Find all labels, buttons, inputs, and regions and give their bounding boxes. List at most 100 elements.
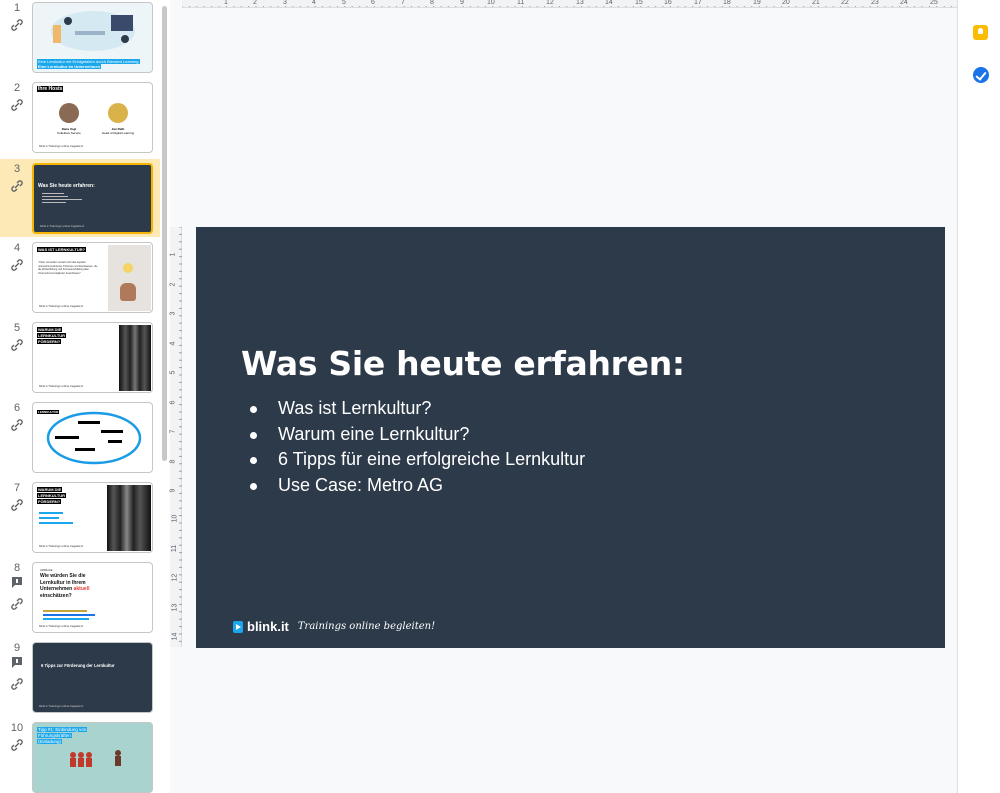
ruler-label: 20 (782, 0, 790, 6)
slide-thumb-4: WAS IST LERNKULTUR? "Unter Lernkultur ve… (32, 242, 153, 313)
thumb-option (43, 618, 89, 620)
bullet-text: 6 Tipps für eine erfolgreiche Lernkultur (278, 449, 586, 469)
slide-thumbnail-8[interactable]: 8 UMFRAGE Wie würden Sie die Lernkultur … (0, 560, 160, 638)
columns-image (119, 325, 151, 391)
thumb-option (43, 610, 87, 612)
horizontal-ruler[interactable]: 1 2 3 4 5 6 7 8 9 10 11 12 13 14 15 16 1… (182, 0, 957, 8)
bullet-text: Warum eine Lernkultur? (278, 423, 470, 444)
ruler-label: 16 (664, 0, 672, 6)
slide-thumb-1: Eine Lernkultur mit Erfolgsfaktor durch … (32, 2, 153, 73)
filmstrip[interactable]: 1 Eine Lernkultur mit Erfolgsfaktor durc… (0, 0, 170, 793)
bullet-dot-icon (250, 482, 257, 490)
slide-canvas[interactable]: Was Sie heute erfahren: Was ist Lernkult… (196, 227, 945, 648)
thumb-caption: Eine Lernkultur im Unternehmen (37, 64, 102, 69)
ruler-label: 4 (169, 341, 177, 346)
bullet-item: Was ist Lernkultur? (250, 396, 585, 422)
thumb-highlight (39, 512, 63, 514)
slide-number: 6 (13, 402, 21, 414)
thumb-title: WARUM DIE (37, 487, 63, 492)
ruler-label: 25 (930, 0, 938, 6)
ruler-ticks (179, 227, 182, 642)
slide-thumbnail-7[interactable]: 7 WARUM DIE LERNKULTUR FÖRDERN? blink.it… (0, 480, 160, 558)
ruler-label: 10 (171, 514, 179, 523)
thumb-highlight (39, 517, 59, 519)
slide-number: 5 (13, 322, 21, 334)
link-icon (11, 598, 23, 610)
slide-number: 8 (13, 562, 21, 574)
tasks-icon[interactable] (973, 67, 989, 83)
ruler-label: 1 (169, 252, 177, 257)
ruler-label: 13 (171, 603, 179, 612)
ruler-label: 11 (517, 0, 525, 6)
slide-thumbnail-3[interactable]: 3 Was Sie heute erfahren: blink.it Train… (0, 159, 160, 237)
ruler-label: 17 (694, 0, 702, 6)
thumb-title: 6 Tipps zur Förderung der Lernkultur (41, 663, 115, 668)
ruler-label: 15 (635, 0, 643, 6)
slide-thumbnail-9[interactable]: 9 6 Tipps zur Förderung der Lernkultur b… (0, 640, 160, 718)
host-photo (59, 103, 79, 123)
bullet-item: 6 Tipps für eine erfolgreiche Lernkultur (250, 447, 585, 473)
host-role: Head of Digital Learning (101, 131, 135, 135)
ruler-label: 14 (605, 0, 613, 6)
ruler-label: 3 (169, 311, 177, 316)
brand-name: blink.it (247, 619, 289, 634)
bullet-list[interactable]: Was ist Lernkultur? Warum eine Lernkultu… (250, 396, 585, 498)
ruler-label: 10 (487, 0, 495, 6)
slide-thumbnail-5[interactable]: 5 WARUM DIE LERNKULTUR FÖRDERN? blink.it… (0, 320, 160, 398)
figures-image (70, 750, 121, 767)
slides-editor: 1 Eine Lernkultur mit Erfolgsfaktor durc… (0, 0, 1000, 793)
ruler-label: 8 (169, 459, 177, 464)
ruler-label: 6 (371, 0, 375, 6)
slide-title[interactable]: Was Sie heute erfahren: (241, 344, 685, 383)
slide-number: 10 (10, 722, 24, 734)
slide-thumbnail-1[interactable]: 1 Eine Lernkultur mit Erfolgsfaktor durc… (0, 0, 160, 78)
thumb-question: Wie würden Sie die Lernkultur in Ihrem U… (40, 573, 89, 599)
ruler-label: 22 (841, 0, 849, 6)
thumb-title: FÖRDERN? (37, 499, 62, 504)
slide-thumbnail-2[interactable]: 2 Ihre Hosts Dana Vogt Kollektive Servic… (0, 80, 160, 158)
host-role: Kollektive Service (57, 131, 81, 135)
vertical-ruler[interactable]: 1 2 3 4 5 6 7 8 9 10 11 12 13 14 (169, 227, 182, 647)
thumb-title: Was Sie heute erfahren: (38, 183, 95, 189)
thumb-title: LERNKULTUR (37, 333, 67, 338)
slide-thumb-7: WARUM DIE LERNKULTUR FÖRDERN? blink.it T… (32, 482, 153, 553)
bullet-dot-icon (250, 457, 257, 464)
filmstrip-scrollbar[interactable] (162, 6, 167, 461)
slide-thumb-2: Ihre Hosts Dana Vogt Kollektive Service … (32, 82, 153, 153)
thumb-footer: blink.it Trainings online begleiten! (39, 304, 84, 308)
link-icon (11, 180, 23, 192)
link-icon (11, 19, 23, 31)
slide-number: 2 (13, 82, 21, 94)
ruler-label: 9 (460, 0, 464, 6)
thumb-title: FÖRDERN? (37, 339, 62, 344)
host-photo (108, 103, 128, 123)
ruler-label: 23 (871, 0, 879, 6)
bullet-dot-icon (250, 431, 257, 439)
ruler-label: 24 (900, 0, 908, 6)
slide-thumbnail-4[interactable]: 4 WAS IST LERNKULTUR? "Unter Lernkultur … (0, 240, 160, 318)
slide-thumb-3: Was Sie heute erfahren: blink.it Trainin… (32, 163, 153, 234)
slide-number: 1 (13, 2, 21, 14)
slide-thumb-6: LERNKULTUR (32, 402, 153, 473)
ruler-label: 12 (546, 0, 554, 6)
slide-thumbnail-10[interactable]: 10 Tipp #1: Einbindung von Führungskräft… (0, 720, 160, 793)
keep-icon[interactable] (973, 25, 988, 40)
comment-icon (12, 577, 22, 588)
ruler-label: 11 (171, 544, 179, 553)
link-icon (11, 419, 23, 431)
link-icon (11, 678, 23, 690)
bullet-item: Warum eine Lernkultur? (250, 422, 585, 448)
thumb-footer: blink.it Trainings online begleiten! (39, 144, 84, 148)
slide-thumb-9: 6 Tipps zur Förderung der Lernkultur bli… (32, 642, 153, 713)
thumb-title: Ihre Hosts (37, 86, 64, 92)
slide-thumbnail-6[interactable]: 6 LERNKULTUR (0, 400, 160, 478)
thumb-footer: blink.it Trainings online begleiten! (39, 384, 84, 388)
thumb-title: WAS IST LERNKULTUR? (37, 247, 87, 252)
play-logo-icon (233, 620, 243, 633)
thumb-footer: blink.it Trainings online begleiten! (39, 624, 84, 628)
thumb-question-line: Unternehmen (40, 586, 73, 592)
thumb-highlight (39, 522, 73, 524)
side-panel (957, 0, 1000, 793)
bullet-dot-icon (250, 406, 257, 413)
thumb-option (43, 614, 95, 616)
